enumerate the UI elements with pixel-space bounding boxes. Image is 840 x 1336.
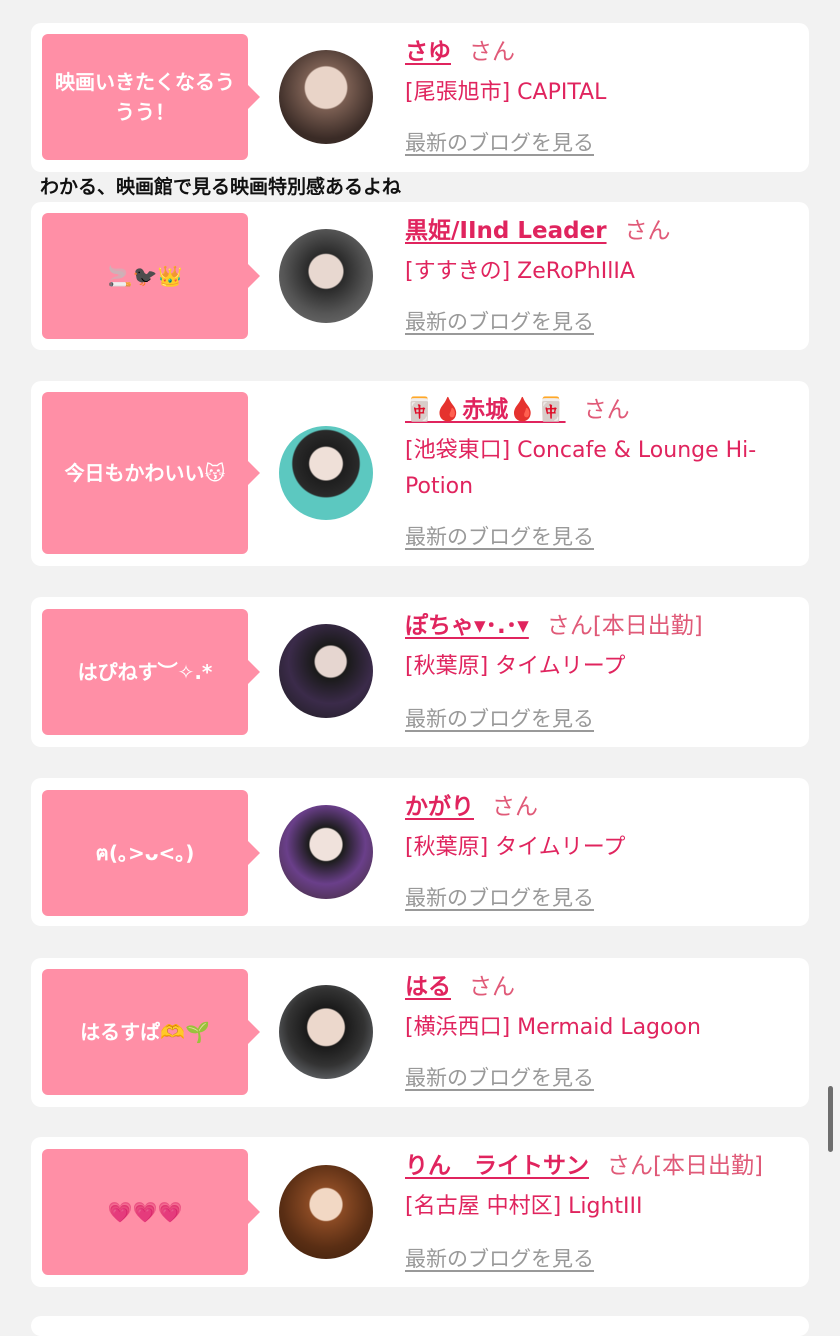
honorific-label: さん: [469, 974, 515, 1000]
message-bubble: はぴねす︶✧.*: [42, 609, 260, 735]
cast-name-link[interactable]: ぽちゃ▾･.･▾: [405, 613, 529, 639]
cast-name-link[interactable]: かがり: [405, 794, 474, 820]
bubble-text: ฅ(｡>ᴗ<｡): [95, 841, 195, 865]
latest-blog-link[interactable]: 最新のブログを見る: [405, 703, 594, 733]
cast-card: 🚬🐦‍⬛👑 黒姫/IInd Leader さん [すすきの] ZeRoPhIlIA…: [31, 202, 809, 350]
shop-label: [秋葉原] タイムリープ: [405, 654, 626, 679]
honorific-label: さん: [469, 39, 515, 65]
attendance-status: [本日出勤]: [653, 1153, 763, 1179]
scrollbar[interactable]: [828, 1086, 833, 1152]
shop-label: [横浜西口] Mermaid Lagoon: [405, 1015, 701, 1040]
cast-name-link[interactable]: りん ライトサン: [405, 1153, 589, 1179]
avatar[interactable]: [279, 229, 373, 323]
avatar[interactable]: [279, 985, 373, 1079]
latest-blog-link[interactable]: 最新のブログを見る: [405, 306, 594, 336]
shop-label: [秋葉原] タイムリープ: [405, 835, 626, 860]
honorific-label: さん: [583, 397, 630, 423]
cast-card-partial: [31, 1316, 809, 1336]
bubble-text: 映画いきたくなるううう！: [55, 70, 235, 124]
avatar[interactable]: [279, 426, 373, 520]
bubble-text: はぴねす︶✧.*: [77, 660, 213, 684]
cast-name-link[interactable]: はる: [405, 974, 451, 1000]
shop-label: [名古屋 中村区] LightIII: [405, 1194, 643, 1219]
honorific-label: さん: [492, 794, 538, 820]
avatar[interactable]: [279, 624, 373, 718]
latest-blog-link[interactable]: 最新のブログを見る: [405, 1243, 594, 1273]
honorific-label: さん: [607, 1153, 653, 1179]
latest-blog-link[interactable]: 最新のブログを見る: [405, 1062, 594, 1092]
comment-text: わかる、映画館で見る映画特別感あるよね: [40, 176, 402, 198]
shop-label: [すすきの] ZeRoPhIlIA: [405, 259, 635, 284]
avatar[interactable]: [279, 50, 373, 144]
avatar[interactable]: [279, 1165, 373, 1259]
cast-name-link[interactable]: さゆ: [405, 39, 451, 65]
cast-name-link[interactable]: 黒姫/IInd Leader: [405, 218, 607, 244]
honorific-label: さん: [546, 613, 593, 639]
bubble-text: 💗💗💗: [107, 1200, 183, 1224]
message-bubble: 今日もかわいい😽: [42, 392, 260, 554]
message-bubble: 🚬🐦‍⬛👑: [42, 213, 260, 339]
message-bubble: ฅ(｡>ᴗ<｡): [42, 790, 260, 916]
bubble-text: 今日もかわいい😽: [64, 461, 226, 485]
shop-label: [池袋東口] Concafe & Lounge Hi-Potion: [405, 438, 757, 499]
shop-label: [尾張旭市] CAPITAL: [405, 80, 607, 105]
message-bubble: はるすぱ🫶🌱: [42, 969, 260, 1095]
cast-card: はぴねす︶✧.* ぽちゃ▾･.･▾ さん[本日出勤] [秋葉原] タイムリープ 最…: [31, 597, 809, 747]
cast-card: はるすぱ🫶🌱 はる さん [横浜西口] Mermaid Lagoon 最新のブログ…: [31, 958, 809, 1107]
message-bubble: 💗💗💗: [42, 1149, 260, 1275]
cast-card: ฅ(｡>ᴗ<｡) かがり さん [秋葉原] タイムリープ 最新のブログを見る: [31, 778, 809, 926]
latest-blog-link[interactable]: 最新のブログを見る: [405, 127, 594, 157]
honorific-label: さん: [624, 218, 671, 244]
attendance-status: [本日出勤]: [592, 613, 703, 639]
message-bubble: 映画いきたくなるううう！: [42, 34, 260, 160]
cast-card: 💗💗💗 りん ライトサン さん[本日出勤] [名古屋 中村区] LightIII …: [31, 1137, 809, 1287]
cast-card: 今日もかわいい😽 🀄🩸赤城🩸🀄 さん [池袋東口] Concafe & Loung…: [31, 381, 809, 566]
bubble-text: 🚬🐦‍⬛👑: [107, 264, 183, 288]
avatar[interactable]: [279, 805, 373, 899]
latest-blog-link[interactable]: 最新のブログを見る: [405, 521, 594, 551]
bubble-text: はるすぱ🫶🌱: [80, 1020, 210, 1044]
latest-blog-link[interactable]: 最新のブログを見る: [405, 882, 594, 912]
cast-card: 映画いきたくなるううう！ さゆ さん [尾張旭市] CAPITAL 最新のブログを…: [31, 23, 809, 172]
cast-name-link[interactable]: 🀄🩸赤城🩸🀄: [405, 397, 566, 423]
